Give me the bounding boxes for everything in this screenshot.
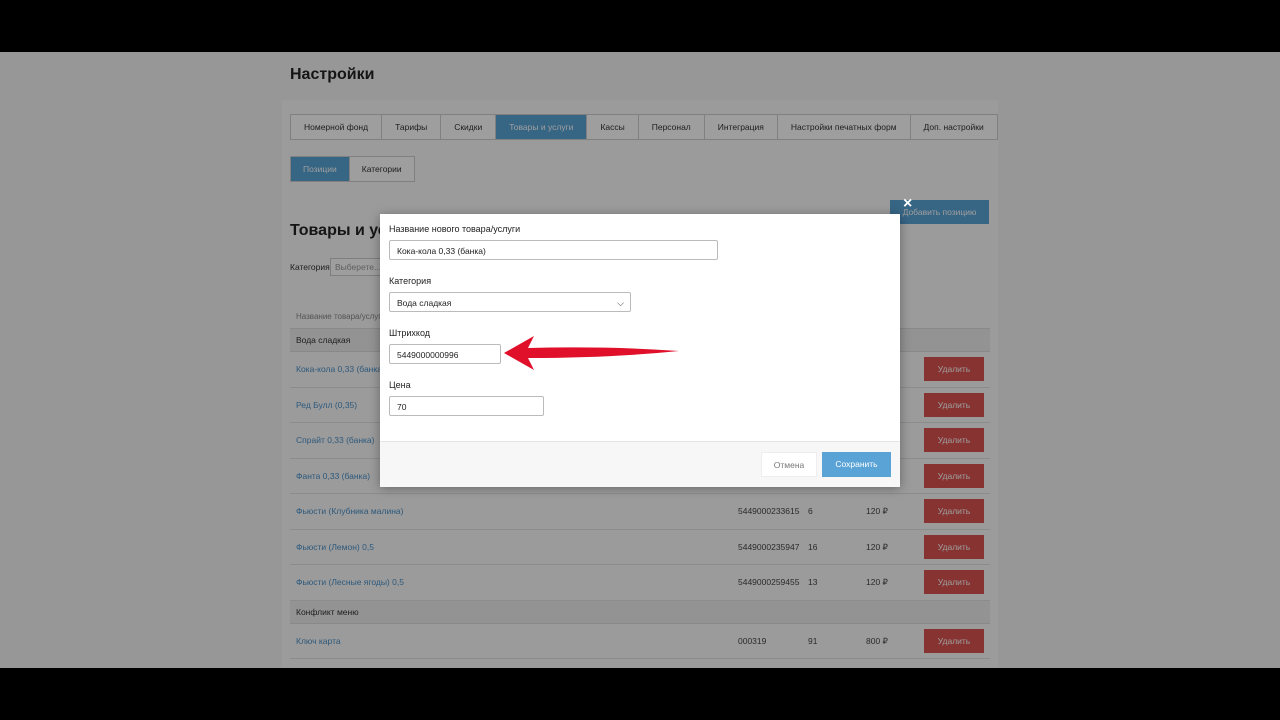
product-name-input[interactable]: Кока-кола 0,33 (банка) bbox=[389, 240, 718, 260]
chevron-down-icon: ⌵ bbox=[617, 298, 624, 308]
close-icon[interactable]: × bbox=[903, 194, 912, 214]
arrow-annotation-icon bbox=[504, 336, 679, 370]
category-select-value: Вода сладкая bbox=[397, 298, 452, 308]
cancel-button[interactable]: Отмена bbox=[761, 452, 817, 477]
save-button[interactable]: Сохранить bbox=[822, 452, 891, 477]
price-input[interactable]: 70 bbox=[389, 396, 544, 416]
category-label: Категория bbox=[389, 276, 432, 286]
barcode-input[interactable]: 5449000000996 bbox=[389, 344, 501, 364]
name-label: Название нового товара/услуги bbox=[389, 224, 521, 234]
modal-footer: Отмена Сохранить bbox=[380, 441, 900, 487]
category-select[interactable]: Вода сладкая ⌵ bbox=[389, 292, 631, 312]
price-label: Цена bbox=[389, 380, 411, 390]
barcode-label: Штрихкод bbox=[389, 328, 431, 338]
